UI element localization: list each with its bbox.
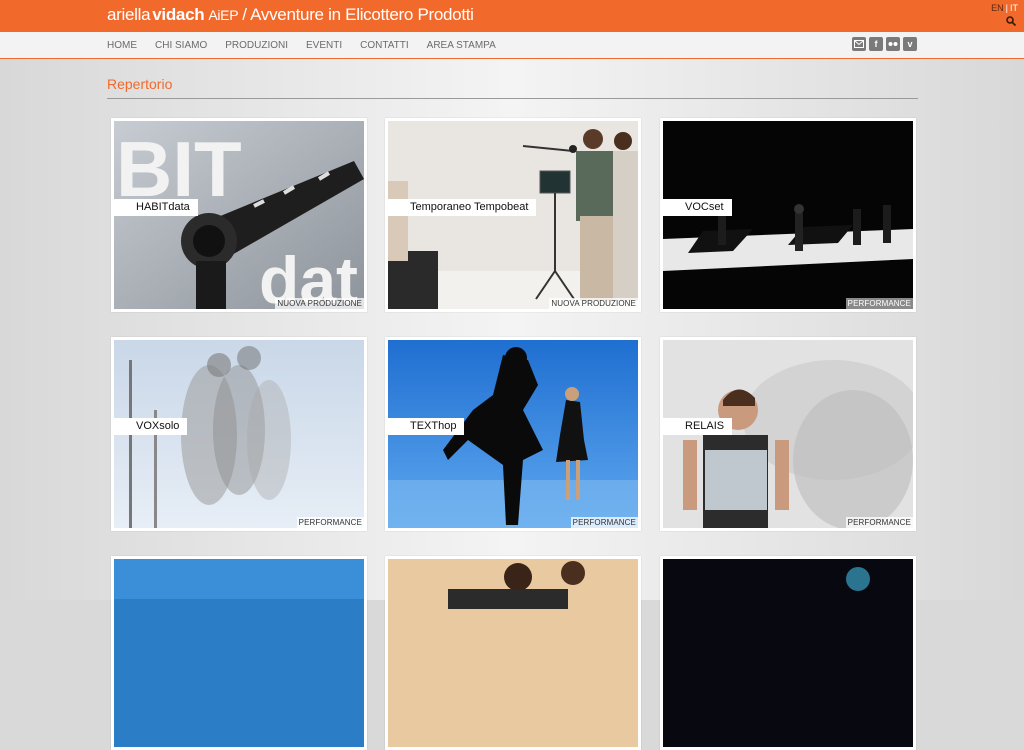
card-tag: PERFORMANCE: [845, 517, 913, 528]
vimeo-icon[interactable]: v: [903, 37, 917, 51]
card-habitdata[interactable]: BIT dat HABITdata NUOVA PRODUZIONE: [111, 118, 367, 312]
nav-item-eventi[interactable]: EVENTI: [306, 40, 342, 51]
card-row3-3[interactable]: [660, 556, 916, 750]
site-logo[interactable]: ariella vidach AiEP / Avventure in Elicotte…: [107, 5, 474, 25]
nav-bar: HOME CHI SIAMO PRODUZIONI EVENTI CONTATT…: [0, 32, 1024, 59]
nav-item-chi-siamo[interactable]: CHI SIAMO: [155, 40, 207, 51]
brand-subtitle: / Avventure in Elicottero Prodotti: [242, 5, 474, 24]
card-title: Temporaneo Tempobeat: [388, 199, 537, 216]
card-tag: PERFORMANCE: [845, 298, 913, 309]
language-switcher: EN | IT: [989, 3, 1020, 13]
card-tag: PERFORMANCE: [570, 517, 638, 528]
card-row3-1[interactable]: [111, 556, 367, 750]
card-row3-2[interactable]: [385, 556, 641, 750]
card-tag: NUOVA PRODUZIONE: [275, 298, 364, 309]
facebook-icon[interactable]: f: [869, 37, 883, 51]
top-bar: ariella vidach AiEP / Avventure in Elicotte…: [0, 0, 1024, 32]
card-voxsolo[interactable]: VOXsolo PERFORMANCE: [111, 337, 367, 531]
flickr-icon[interactable]: [886, 37, 900, 51]
card-title: HABITdata: [114, 199, 198, 216]
card-tag: PERFORMANCE: [296, 517, 364, 528]
title-divider: [107, 98, 918, 99]
lang-en-link[interactable]: EN: [989, 3, 1006, 13]
search-icon[interactable]: [1006, 16, 1016, 26]
nav-item-area-stampa[interactable]: AREA STAMPA: [427, 40, 496, 51]
nav-item-produzioni[interactable]: PRODUZIONI: [225, 40, 288, 51]
mail-icon[interactable]: [852, 37, 866, 51]
card-title: VOCset: [663, 199, 732, 216]
card-relais[interactable]: RELAIS PERFORMANCE: [660, 337, 916, 531]
brand-suffix: AiEP: [208, 7, 239, 23]
card-image: [388, 559, 638, 747]
card-title: RELAIS: [663, 418, 733, 435]
brand-name-first: ariella: [107, 5, 151, 24]
lang-it-link[interactable]: IT: [1008, 3, 1020, 13]
card-temporaneo-tempobeat[interactable]: Temporaneo Tempobeat NUOVA PRODUZIONE: [385, 118, 641, 312]
card-texthop[interactable]: TEXThop PERFORMANCE: [385, 337, 641, 531]
card-vocset[interactable]: VOCset PERFORMANCE: [660, 118, 916, 312]
nav-item-contatti[interactable]: CONTATTI: [360, 40, 409, 51]
card-title: VOXsolo: [114, 418, 188, 435]
card-title: TEXThop: [388, 418, 465, 435]
nav-item-home[interactable]: HOME: [107, 40, 137, 51]
main-menu: HOME CHI SIAMO PRODUZIONI EVENTI CONTATT…: [107, 40, 514, 51]
page-title: Repertorio: [107, 76, 173, 92]
brand-name-last: vidach: [152, 5, 205, 24]
social-links: f v: [852, 37, 920, 51]
card-image: [663, 559, 913, 747]
card-image: [114, 559, 364, 747]
card-tag: NUOVA PRODUZIONE: [549, 298, 638, 309]
main-content: Repertorio BIT dat HABITdata NUOVA PRODU…: [0, 59, 1024, 750]
